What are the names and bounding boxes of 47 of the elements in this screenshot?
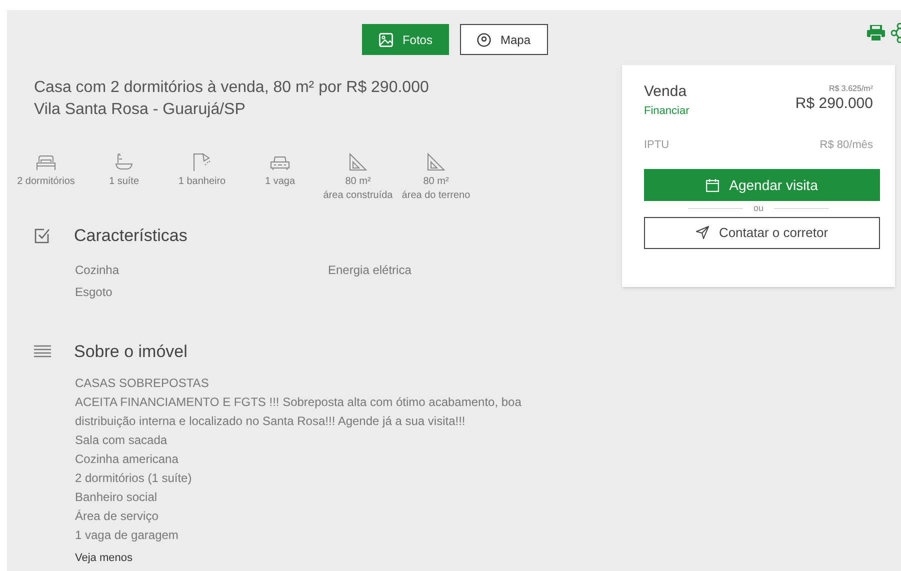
checkbox-icon xyxy=(34,228,50,244)
description-text: Banheiro social xyxy=(75,489,158,506)
listing-title: Casa com 2 dormitórios à venda, 80 m² por R$ 290.000 xyxy=(34,78,430,98)
description-text: ACEITA FINANCIAMENTO E FGTS !!! Sobreposta alta com ótimo acabamento, boa distribuição interna e localizado no Santa Rosa!!! Agende já a sua visita!!! xyxy=(75,394,522,430)
feature-label: 1 vaga xyxy=(264,175,296,189)
location-pin-icon xyxy=(477,32,492,46)
description-text: Área de serviço xyxy=(75,508,160,525)
image-icon xyxy=(379,32,394,46)
listing-type: Venda xyxy=(644,83,688,101)
price-per-m2: R$ 3.625/m² xyxy=(828,83,873,95)
share-icon[interactable] xyxy=(891,23,901,43)
description-text: CASAS SOBREPOSTAS xyxy=(75,375,210,392)
view-tab[interactable]: Fotos xyxy=(362,24,450,55)
feature-label: 80 m² xyxy=(345,175,371,189)
view-tab[interactable]: Mapa xyxy=(460,24,548,55)
iptu-label: IPTU xyxy=(644,138,670,152)
description-text: 2 dormitórios (1 suíte) xyxy=(75,470,193,487)
description-text: Sala com sacada xyxy=(75,432,168,449)
iptu-value: R$ 80/mês xyxy=(820,138,873,152)
characteristic-item: Energia elétrica xyxy=(328,262,412,278)
send-icon xyxy=(696,226,709,239)
contact-agent-button[interactable]: Contatar o corretor xyxy=(644,216,880,248)
description-text: 1 vaga de garagem xyxy=(75,527,180,544)
feature-sublabel: área construída xyxy=(323,189,393,203)
feature-label: 1 suíte xyxy=(108,175,140,189)
listing-location: Vila Santa Rosa - Guarujá/SP xyxy=(34,100,246,120)
bed-icon xyxy=(36,155,56,171)
section-heading: Características xyxy=(74,225,188,247)
bathtub-icon xyxy=(115,153,133,171)
schedule-visit-button[interactable]: Agendar visita xyxy=(644,169,880,201)
see-less-link[interactable]: Veja menos xyxy=(75,550,617,566)
feature-label: 2 dormitórios xyxy=(17,175,75,189)
characteristic-item: Esgoto xyxy=(75,284,114,300)
description-text: Cozinha americana xyxy=(75,451,180,468)
menu-icon xyxy=(34,344,51,358)
print-icon[interactable] xyxy=(867,25,885,41)
feature-label: 80 m² xyxy=(423,175,449,189)
shower-icon xyxy=(193,153,211,171)
calendar-icon xyxy=(706,178,720,192)
characteristic-item: Cozinha xyxy=(75,262,120,278)
price: R$ 290.000 xyxy=(795,95,873,113)
section-heading: Sobre o imóvel xyxy=(74,340,188,362)
feature-sublabel: área do terreno xyxy=(402,189,470,203)
feature-label: 1 banheiro xyxy=(178,175,226,189)
car-icon xyxy=(270,156,290,171)
separator-text: ou xyxy=(753,202,764,215)
finance-link[interactable]: Financiar xyxy=(644,103,690,120)
